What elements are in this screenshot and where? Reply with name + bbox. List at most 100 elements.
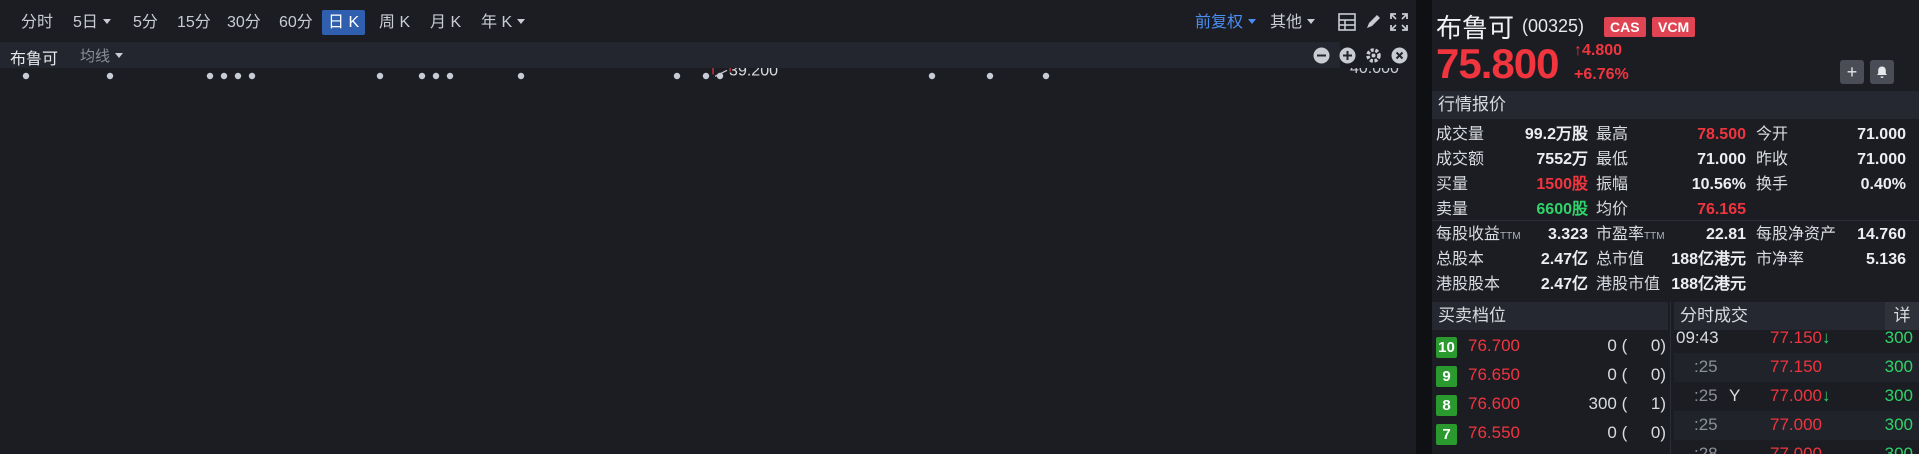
- event-marker: [928, 72, 936, 80]
- period-tab-1[interactable]: 5日: [70, 10, 114, 35]
- ttm-suffix: TTM: [1644, 231, 1665, 242]
- chart-stock-label: 布鲁可: [10, 51, 59, 68]
- draw-pen-icon[interactable]: [1364, 13, 1382, 31]
- quote-stat: 昨收 71.000: [1756, 147, 1906, 172]
- event-marker: [234, 72, 242, 80]
- quote-stat: 换手 0.40%: [1756, 172, 1906, 197]
- cas-badge: CAS: [1604, 17, 1646, 37]
- quote-stat-value: 78.500: [1697, 126, 1746, 143]
- orderbook-volume: 0 ( 0): [1607, 336, 1666, 355]
- indicator-dropdown[interactable]: 均线: [80, 45, 124, 66]
- trade-price: 77.150↓: [1770, 328, 1831, 347]
- period-tab-label: 周 K: [379, 14, 411, 31]
- fundamental-value: 3.323: [1547, 226, 1588, 243]
- trades-title: 分时成交: [1680, 306, 1748, 325]
- orderbook-price: 76.650: [1468, 365, 1520, 384]
- trade-row: 09:43 77.150↓ 300: [1674, 324, 1919, 353]
- fundamental-value: 188亿港元: [1671, 276, 1746, 293]
- ttm-suffix: TTM: [1500, 231, 1521, 242]
- fundamental-stat: 每股净资产 14.760: [1756, 222, 1906, 247]
- quote-stat-label: 买量: [1436, 176, 1469, 193]
- quote-stat-label: 均价: [1596, 201, 1629, 218]
- period-tab-5[interactable]: 60分: [276, 10, 316, 35]
- trade-row: :25 Y 77.000↓ 300: [1674, 382, 1919, 411]
- candlestick-plot[interactable]: 75.00070.00065.00060.00055.00050.00045.0…: [0, 68, 1416, 454]
- period-tab-label: 分时: [21, 14, 54, 31]
- fundamental-value: 14.760: [1857, 226, 1906, 243]
- orderbook-volume: 0 ( 0): [1607, 365, 1666, 384]
- event-marker: [673, 72, 681, 80]
- trade-time: 09:43: [1676, 328, 1719, 347]
- fundamental-value: 22.81: [1705, 226, 1746, 243]
- trade-time: :28: [1694, 444, 1718, 454]
- period-tab-7[interactable]: 周 K: [376, 10, 413, 35]
- orderbook-volume: 300 ( 1): [1588, 394, 1666, 413]
- quote-stat-label: 最低: [1596, 151, 1629, 168]
- fundamental-value: 2.47亿: [1540, 276, 1588, 293]
- arrow-down-icon: ↓: [1822, 328, 1831, 347]
- fundamental-stat: 每股收益TTM 3.323: [1436, 222, 1588, 247]
- zoom-in-icon[interactable]: [1339, 47, 1356, 64]
- zoom-out-icon[interactable]: [1313, 47, 1330, 64]
- event-marker: [1042, 72, 1050, 80]
- settings-icon[interactable]: [1365, 47, 1382, 64]
- stock-code: (00325): [1522, 16, 1585, 36]
- orderbook-price: 76.600: [1468, 394, 1520, 413]
- event-marker: [702, 72, 710, 80]
- trade-row: :25 77.150 300: [1674, 353, 1919, 382]
- period-tab-label: 30分: [227, 14, 261, 31]
- period-tab-9[interactable]: 年 K: [478, 10, 528, 35]
- chart-subheader: 布鲁可 均线: [0, 42, 1408, 68]
- min-price-label: 39.200: [729, 68, 778, 79]
- quote-stat: 买量 1500股: [1436, 172, 1588, 197]
- quote-stat-value: 1500股: [1536, 176, 1588, 193]
- quote-stat-value: 71.000: [1857, 126, 1906, 143]
- trade-volume: 300: [1884, 328, 1913, 347]
- other-label: 其他: [1270, 14, 1303, 31]
- trade-price: 77.000: [1770, 415, 1822, 434]
- quote-stat: 均价 76.165: [1596, 197, 1746, 222]
- orderbook-row[interactable]: 10 76.700 0 ( 0): [1432, 332, 1668, 361]
- period-tab-0[interactable]: 分时: [18, 10, 56, 35]
- trade-time: :25: [1694, 386, 1718, 405]
- grid-layout-icon[interactable]: [1338, 13, 1356, 31]
- quote-stat: 成交额 7552万: [1436, 147, 1588, 172]
- period-tab-3[interactable]: 15分: [174, 10, 214, 35]
- quote-stat: 成交量 99.2万股: [1436, 122, 1588, 147]
- fundamental-label: 港股市值: [1596, 276, 1661, 293]
- other-dropdown[interactable]: 其他: [1267, 10, 1318, 35]
- orderbook-volume: 0 ( 0): [1607, 423, 1666, 442]
- period-tab-label: 15分: [177, 14, 211, 31]
- period-tab-2[interactable]: 5分: [130, 10, 161, 35]
- quote-stat-label: 最高: [1596, 126, 1629, 143]
- close-icon[interactable]: [1391, 47, 1408, 64]
- orderbook-row[interactable]: 9 76.650 0 ( 0): [1432, 361, 1668, 390]
- fundamental-label: 每股净资产: [1756, 226, 1837, 243]
- quote-stat-value: 0.40%: [1860, 176, 1906, 193]
- alert-button[interactable]: [1870, 60, 1894, 84]
- chevron-down-icon: [1307, 19, 1316, 24]
- orderbook-row[interactable]: 8 76.600 300 ( 1): [1432, 390, 1668, 419]
- period-tab-label: 5分: [133, 14, 158, 31]
- event-marker: [517, 72, 525, 80]
- fundamental-stat: 总股本 2.47亿: [1436, 247, 1588, 272]
- event-marker: [376, 72, 384, 80]
- indicator-label: 均线: [80, 48, 111, 65]
- period-tab-8[interactable]: 月 K: [427, 10, 464, 35]
- panel-divider[interactable]: [1416, 0, 1432, 454]
- fullscreen-icon[interactable]: [1390, 13, 1408, 31]
- period-tab-4[interactable]: 30分: [224, 10, 264, 35]
- quote-stat-label: 成交额: [1436, 151, 1485, 168]
- event-marker: [22, 72, 30, 80]
- trade-price: 77.000↓: [1770, 386, 1831, 405]
- kline-svg[interactable]: 75.00070.00065.00060.00055.00050.00045.0…: [0, 68, 1416, 454]
- vcm-badge: VCM: [1652, 17, 1696, 37]
- stats-divider: [1432, 220, 1919, 221]
- price-change-pct: +6.76%: [1574, 66, 1629, 83]
- period-tab-6[interactable]: 日 K: [322, 10, 366, 35]
- fundamental-label: 总股本: [1436, 251, 1485, 268]
- orderbook-row[interactable]: 7 76.550 0 ( 0): [1432, 419, 1668, 448]
- candle: [712, 68, 714, 75]
- add-watchlist-button[interactable]: +: [1840, 60, 1864, 84]
- adjust-dropdown[interactable]: 前复权: [1192, 10, 1259, 35]
